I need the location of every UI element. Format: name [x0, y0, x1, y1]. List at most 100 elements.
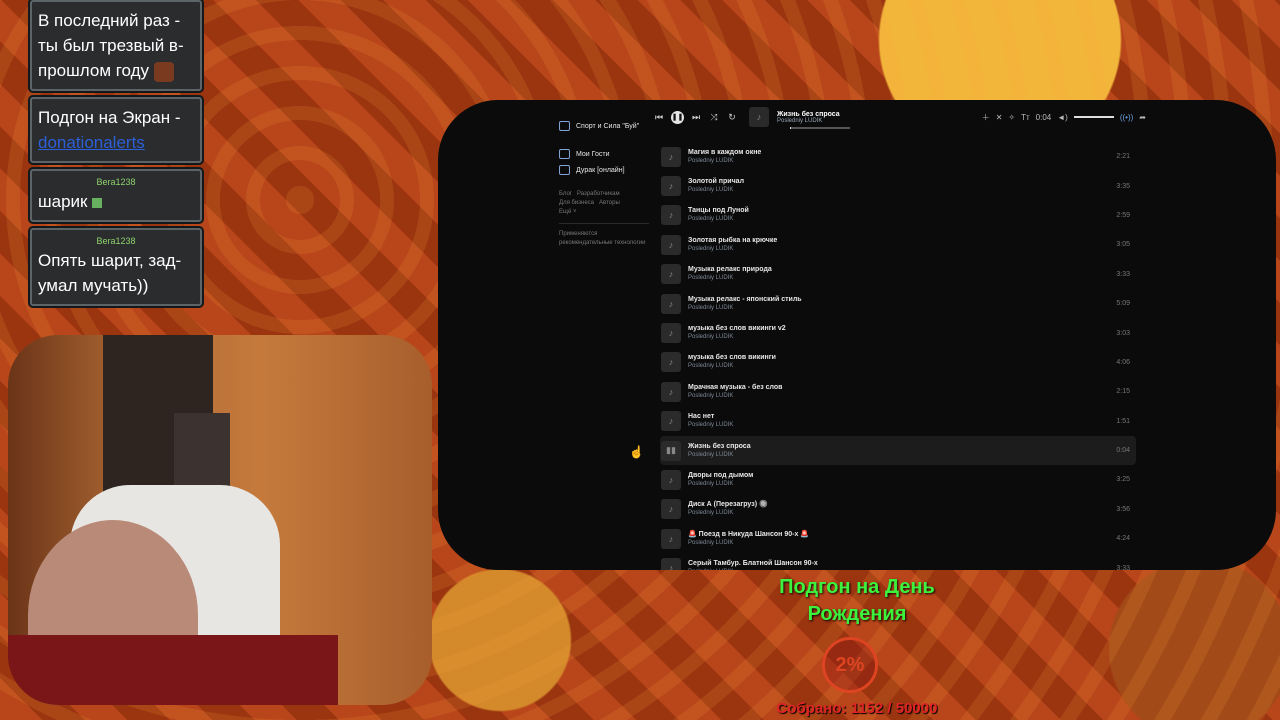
track-row[interactable]: ♪ Танцы под Луной Posledniy LUDIK 2:59	[660, 201, 1136, 230]
text-icon[interactable]: Tт	[1021, 113, 1030, 122]
track-title[interactable]: Диск А (Перезагруз) 🔘	[688, 500, 768, 509]
track-title[interactable]: 🚨 Поезд в Никуда Шансон 90-х 🚨	[688, 530, 809, 539]
now-playing-artist[interactable]: Posledniy LUDIK	[777, 118, 917, 124]
track-title[interactable]: Мрачная музыка - без слов	[688, 383, 782, 392]
mouse-cursor-icon: ☝	[629, 445, 644, 459]
track-title[interactable]: Золотая рыбка на крючке	[688, 236, 777, 245]
music-note-icon[interactable]: ♪	[661, 293, 681, 314]
track-title[interactable]: Нас нет	[688, 412, 733, 421]
track-artist[interactable]: Posledniy LUDIK	[688, 362, 776, 371]
music-note-icon[interactable]: ♪	[661, 528, 681, 549]
volume-slider[interactable]	[1073, 116, 1114, 118]
track-artist[interactable]: Posledniy LUDIK	[688, 539, 809, 548]
broadcast-icon[interactable]: ((•))	[1120, 113, 1133, 122]
footer-link[interactable]: Авторы	[599, 200, 620, 206]
track-artist[interactable]: Posledniy LUDIK	[688, 304, 802, 313]
track-row[interactable]: ▮▮ Жизнь без спроса Posledniy LUDIK 0:04	[660, 435, 1136, 466]
sidebar-item-sport[interactable]: Спорт и Сила "Буй"	[559, 118, 649, 134]
track-row[interactable]: ♪ музыка без слов викинги Posledniy LUDI…	[660, 348, 1136, 377]
now-playing: Жизнь без спроса Posledniy LUDIK	[777, 111, 917, 124]
equalizer-icon[interactable]: ▮▮	[661, 440, 681, 461]
music-note-icon[interactable]: ♪	[661, 323, 681, 344]
footer-link[interactable]: Для бизнеса	[559, 200, 594, 206]
music-note-icon[interactable]: ♪	[661, 469, 681, 490]
music-note-icon[interactable]: ♪	[661, 558, 681, 570]
track-title[interactable]: Магия в каждом окне	[688, 148, 761, 157]
track-row[interactable]: ♪ Мрачная музыка - без слов Posledniy LU…	[660, 377, 1136, 406]
track-artist[interactable]: Posledniy LUDIK	[688, 421, 733, 430]
footer-link[interactable]: Блог	[559, 191, 572, 197]
music-note-icon[interactable]: ♪	[661, 499, 681, 520]
ball-emote-icon	[92, 197, 103, 208]
track-artist[interactable]: Posledniy LUDIK	[688, 509, 768, 518]
track-meta: Магия в каждом окне Posledniy LUDIK	[688, 148, 761, 166]
share-icon[interactable]: ➦	[1139, 113, 1146, 122]
track-row[interactable]: ♪ Музыка релакс - японский стиль Posledn…	[660, 289, 1136, 318]
track-title[interactable]: музыка без слов викинги v2	[688, 324, 786, 333]
chat-message: Bera1238 шарик	[30, 169, 202, 222]
track-title[interactable]: Серый Тамбур. Блатной Шансон 90-х	[688, 559, 818, 568]
goal-collected: Собрано: 1152 / 50000	[776, 700, 938, 717]
pause-icon[interactable]: ❚❚	[671, 110, 684, 124]
track-artist[interactable]: Posledniy LUDIK	[688, 215, 749, 224]
track-title[interactable]: Жизнь без спроса	[688, 442, 751, 451]
shuffle-icon[interactable]: ⤨	[705, 112, 723, 123]
track-title[interactable]: Музыка релакс природа	[688, 265, 772, 274]
apps-icon	[559, 149, 570, 159]
music-note-icon[interactable]: ♪	[661, 411, 681, 432]
track-row[interactable]: ♪ Нас нет Posledniy LUDIK 1:51	[660, 407, 1136, 436]
goal-percent: 2%	[835, 653, 865, 676]
track-artist[interactable]: Posledniy LUDIK	[688, 451, 751, 460]
track-title[interactable]: Дворы под дымом	[688, 471, 753, 480]
group-icon	[559, 121, 570, 131]
chat-username: Bera1238	[96, 177, 136, 187]
repeat-icon[interactable]: ↻	[723, 112, 741, 123]
track-artist[interactable]: Posledniy LUDIK	[688, 392, 782, 401]
track-row[interactable]: ♪ Музыка релакс природа Posledniy LUDIK …	[660, 260, 1136, 289]
progress-bar[interactable]	[790, 127, 850, 129]
footer-link-more[interactable]: Ещё	[559, 209, 571, 215]
chat-text: шарик	[38, 192, 88, 211]
sidebar: Спорт и Сила "Буй" Мои Гости Дурак [онла…	[559, 100, 649, 248]
track-row[interactable]: ♪ Магия в каждом окне Posledniy LUDIK 2:…	[660, 142, 1136, 171]
goal-progress-ring: 2%	[822, 637, 878, 693]
sidebar-item-guests[interactable]: Мои Гости	[559, 146, 649, 162]
music-note-icon[interactable]: ♪	[661, 381, 681, 402]
track-artist[interactable]: Posledniy LUDIK	[688, 274, 772, 283]
dislike-icon[interactable]: ✕	[996, 113, 1003, 122]
chat-link[interactable]: donationalerts	[38, 133, 145, 152]
next-icon[interactable]: ⏭	[687, 112, 705, 123]
sidebar-item-durak[interactable]: Дурак [онлайн]	[559, 162, 649, 178]
music-note-icon[interactable]: ♪	[661, 352, 681, 373]
track-row[interactable]: ♪ Дворы под дымом Posledniy LUDIK 3:25	[660, 465, 1136, 494]
track-row[interactable]: ♪ музыка без слов викинги v2 Posledniy L…	[660, 318, 1136, 347]
track-title[interactable]: музыка без слов викинги	[688, 353, 776, 362]
music-note-icon[interactable]: ♪	[661, 234, 681, 255]
track-title[interactable]: Музыка релакс - японский стиль	[688, 295, 802, 304]
magic-icon[interactable]: ✧	[1008, 113, 1015, 122]
track-row[interactable]: ♪ Золотая рыбка на крючке Posledniy LUDI…	[660, 230, 1136, 259]
track-meta: Мрачная музыка - без слов Posledniy LUDI…	[688, 383, 782, 401]
track-artist[interactable]: Posledniy LUDIK	[688, 480, 753, 489]
track-row[interactable]: ♪ Золотой причал Posledniy LUDIK 3:35	[660, 171, 1136, 200]
track-artist[interactable]: Posledniy LUDIK	[688, 333, 786, 342]
footer-link[interactable]: Разработчикам	[577, 191, 620, 197]
music-note-icon[interactable]: ♪	[661, 176, 681, 197]
track-artist[interactable]: Posledniy LUDIK	[688, 186, 744, 195]
prev-icon[interactable]: ⏮	[650, 112, 668, 123]
now-playing-title[interactable]: Жизнь без спроса	[777, 111, 917, 118]
track-artist[interactable]: Posledniy LUDIK	[688, 157, 761, 166]
track-row[interactable]: ♪ Диск А (Перезагруз) 🔘 Posledniy LUDIK …	[660, 495, 1136, 524]
music-note-icon[interactable]: ♪	[661, 264, 681, 285]
add-icon[interactable]: ＋	[982, 112, 990, 123]
track-meta: Серый Тамбур. Блатной Шансон 90-х Posled…	[688, 559, 818, 570]
music-note-icon[interactable]: ♪	[661, 146, 681, 167]
track-row[interactable]: ♪ 🚨 Поезд в Никуда Шансон 90-х 🚨 Posledn…	[660, 524, 1136, 553]
track-title[interactable]: Золотой причал	[688, 177, 744, 186]
track-row[interactable]: ♪ Серый Тамбур. Блатной Шансон 90-х Posl…	[660, 553, 1136, 570]
track-artist[interactable]: Posledniy LUDIK	[688, 245, 777, 254]
track-artist[interactable]: Posledniy LUDIK	[688, 568, 818, 570]
volume-icon[interactable]: ◄)	[1057, 113, 1068, 122]
music-note-icon[interactable]: ♪	[661, 205, 681, 226]
track-title[interactable]: Танцы под Луной	[688, 206, 749, 215]
